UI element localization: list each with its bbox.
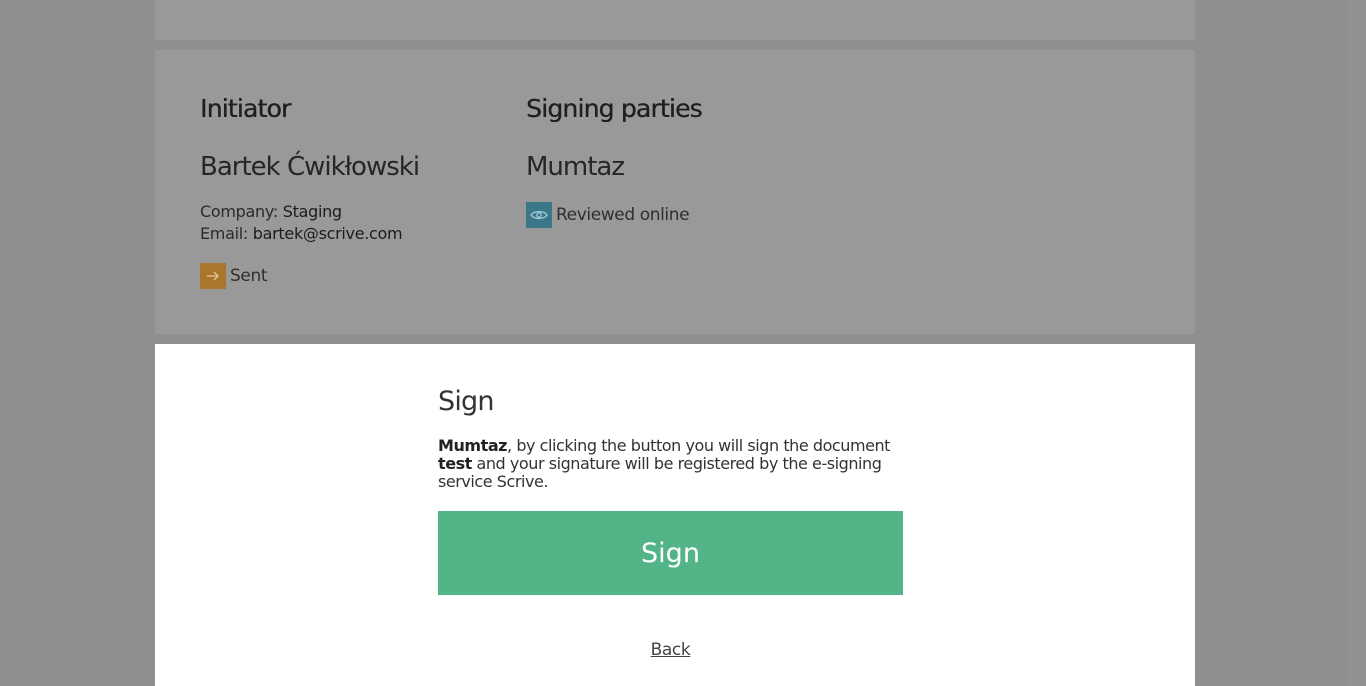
signing-party-status-text: Reviewed online	[556, 205, 690, 225]
eye-icon	[526, 202, 552, 228]
email-label: Email:	[200, 224, 248, 243]
sign-text-part-2: and your signature will be registered by…	[438, 454, 882, 491]
sign-button[interactable]: Sign	[438, 511, 903, 595]
signing-parties-heading: Signing parties	[526, 94, 703, 123]
sign-description: Mumtaz, by clicking the button you will …	[438, 437, 908, 491]
email-value: bartek@scrive.com	[252, 224, 403, 243]
document-preview-panel	[155, 0, 1195, 40]
signer-name: Mumtaz	[438, 436, 508, 455]
initiator-name: Bartek Ćwikłowski	[200, 152, 420, 182]
initiator-heading: Initiator	[200, 94, 291, 123]
page: Initiator Bartek Ćwikłowski Company: Sta…	[0, 0, 1366, 686]
sign-text-part-1: , by clicking the button you will sign t…	[507, 436, 890, 455]
initiator-company: Company: Staging	[200, 202, 342, 221]
company-label: Company:	[200, 202, 278, 221]
document-name: test	[438, 454, 472, 473]
initiator-email: Email: bartek@scrive.com	[200, 224, 403, 243]
sign-title: Sign	[438, 386, 494, 417]
signing-party-status: Reviewed online	[526, 202, 690, 228]
scrollbar[interactable]	[1349, 0, 1366, 686]
company-value: Staging	[282, 202, 342, 221]
back-link[interactable]: Back	[155, 640, 1186, 660]
arrow-right-icon	[200, 263, 226, 289]
signing-party-name: Mumtaz	[526, 152, 625, 182]
parties-panel: Initiator Bartek Ćwikłowski Company: Sta…	[155, 50, 1195, 334]
sign-panel: Sign Mumtaz, by clicking the button you …	[155, 344, 1195, 686]
initiator-status: Sent	[200, 263, 267, 289]
initiator-status-text: Sent	[230, 266, 268, 286]
